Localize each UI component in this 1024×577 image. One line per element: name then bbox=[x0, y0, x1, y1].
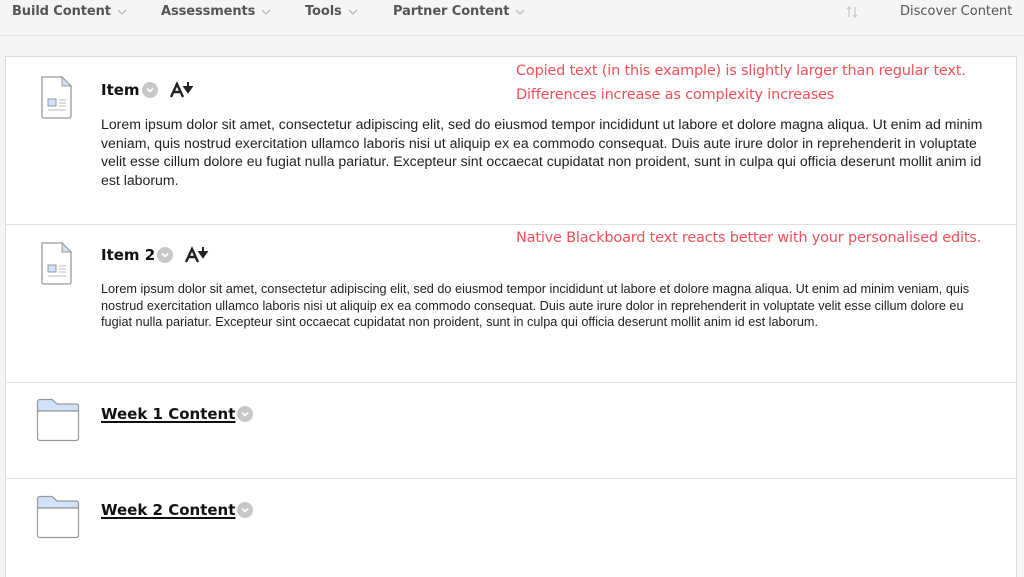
item-title-text: Item bbox=[101, 81, 140, 99]
discover-content-link[interactable]: Discover Content bbox=[900, 4, 1012, 19]
document-icon bbox=[41, 75, 73, 119]
folder-link[interactable]: Week 1 Content bbox=[101, 405, 235, 423]
chevron-down-icon bbox=[348, 9, 358, 15]
item-description: Lorem ipsum dolor sit amet, consectetur … bbox=[101, 282, 970, 329]
chevron-down-icon bbox=[515, 9, 525, 15]
annotation-note: Native Blackboard text reacts better wit… bbox=[516, 230, 982, 246]
context-menu-button[interactable] bbox=[157, 247, 174, 263]
context-menu-button[interactable] bbox=[141, 82, 158, 98]
chevron-down-icon bbox=[241, 507, 249, 513]
content-folder: Week 1 Content bbox=[6, 382, 1016, 479]
annotation-note: Copied text (in this example) is slightl… bbox=[516, 63, 966, 103]
item-title: Item 2 bbox=[101, 246, 209, 264]
assessments-menu[interactable]: Assessments bbox=[161, 4, 271, 19]
content-item: Item Copied text (in this example) is sl… bbox=[6, 57, 1016, 225]
content-folder: Week 2 Content bbox=[6, 478, 1016, 577]
tools-label: Tools bbox=[305, 4, 342, 19]
action-bar: Build Content Assessments Tools Partner … bbox=[0, 0, 1024, 36]
partner-content-label: Partner Content bbox=[393, 4, 510, 19]
alternative-formats-icon[interactable] bbox=[169, 81, 194, 99]
chevron-down-icon bbox=[241, 411, 249, 417]
content-list: Item Copied text (in this example) is sl… bbox=[5, 56, 1017, 577]
folder-link[interactable]: Week 2 Content bbox=[101, 501, 235, 519]
context-menu-button[interactable] bbox=[237, 502, 254, 518]
chevron-down-icon bbox=[161, 252, 169, 258]
chevron-down-icon bbox=[117, 9, 127, 15]
reorder-icon[interactable] bbox=[844, 4, 860, 20]
folder-title: Week 1 Content bbox=[101, 405, 254, 423]
chevron-down-icon bbox=[145, 87, 154, 93]
item-title-text: Item 2 bbox=[101, 246, 156, 264]
folder-icon bbox=[36, 495, 80, 539]
tools-menu[interactable]: Tools bbox=[305, 4, 358, 19]
assessments-label: Assessments bbox=[161, 4, 256, 19]
content-item: Item 2 Native Blackboard text reacts bet… bbox=[6, 224, 1016, 383]
item-description: Lorem ipsum dolor sit amet, consectetur … bbox=[101, 116, 983, 188]
folder-title: Week 2 Content bbox=[101, 501, 254, 519]
build-content-menu[interactable]: Build Content bbox=[12, 4, 127, 19]
chevron-down-icon bbox=[261, 9, 271, 15]
document-icon bbox=[41, 241, 73, 285]
folder-icon bbox=[36, 398, 80, 442]
build-content-label: Build Content bbox=[12, 4, 111, 19]
partner-content-menu[interactable]: Partner Content bbox=[393, 4, 525, 19]
item-title: Item bbox=[101, 81, 194, 99]
context-menu-button[interactable] bbox=[237, 406, 254, 422]
alternative-formats-icon[interactable] bbox=[185, 246, 209, 264]
